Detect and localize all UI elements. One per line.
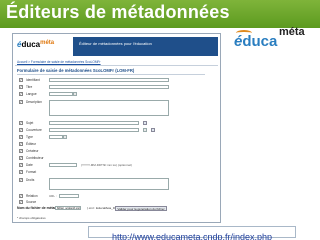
date-input[interactable] [49,163,77,167]
form-row-droits: Droits [19,177,209,192]
app-header: éducaméta Éditeur de métadonnées pour l'… [13,34,220,58]
slide-title: Éditeurs de métadonnées [6,2,230,22]
row-label: Contributeur [26,156,44,160]
form-row-titre: Titre [19,84,209,90]
form-title: Formulaire de saisie de métadonnées ScoL… [17,68,135,73]
row-label: Type [26,135,33,139]
app-screenshot: éducaméta Éditeur de métadonnées pour l'… [12,33,221,223]
row-label: Créateur [26,149,39,153]
sujet-input[interactable] [49,121,139,125]
educameta-logo: éduca méta [234,26,305,50]
url-caption: http://www.educameta.cndp.fr/index.php [88,226,296,240]
form-row-editeur: Éditeur [19,141,209,147]
chevron-down-icon[interactable] [73,92,77,96]
row-checkbox[interactable] [19,120,23,125]
form-row-couverture: Couverture [19,127,209,133]
row-label: Sujet [26,121,34,125]
relation-input[interactable] [59,194,79,198]
couverture-input[interactable] [49,128,139,132]
droits-textarea[interactable] [49,178,169,190]
slide-title-bar: Éditeurs de métadonnées [0,0,320,28]
titre-input[interactable] [49,85,169,89]
row-checkbox[interactable] [19,155,23,160]
form-row-createur: Créateur [19,148,209,154]
row-label: Couverture [26,128,42,132]
row-checkbox[interactable] [19,91,23,96]
required-fields-note: * champs obligatoires [17,216,46,220]
row-checkbox[interactable] [19,141,23,146]
form-row-identifiant: Identifiant [19,77,209,83]
row-checkbox[interactable] [19,199,23,204]
row-label: Éditeur [26,142,37,146]
form-row-sujet: Sujet [19,120,209,126]
chevron-down-icon[interactable] [143,128,147,132]
row-label: Date [26,163,33,167]
header-divider [15,65,218,66]
type-select[interactable] [49,135,63,139]
row-checkbox[interactable] [19,127,23,132]
identifiant-input[interactable] [49,78,169,82]
row-label: Identifiant [26,78,40,82]
form-row-date: Date (YYYY-MM-DDThh:mm:ss) (optionnel) [19,162,209,168]
form-title-rule [17,74,205,75]
row-checkbox[interactable] [19,169,23,174]
row-checkbox[interactable] [19,99,23,104]
row-label: Description [26,100,42,104]
form-row-format: Format [19,169,209,175]
row-label: Titre [26,85,33,89]
row-label: Source [26,200,37,204]
row-checkbox[interactable] [19,77,23,82]
row-checkbox[interactable] [19,162,23,167]
row-checkbox[interactable] [19,148,23,153]
form-row-type: Type [19,134,209,140]
file-name-row: Nom du fichier de métadonnées : fichier_… [17,205,217,212]
date-hint: (YYYY-MM-DDThh:mm:ss) (optionnel) [81,163,132,167]
form-row-description: Description [19,99,209,118]
row-checkbox[interactable] [19,193,23,198]
langue-select[interactable] [49,92,73,96]
relation-url-label: URL : [49,194,57,198]
app-logo[interactable]: éducaméta [17,40,54,49]
form-row-contributeur: Contributeur [19,155,209,161]
row-checkbox[interactable] [19,134,23,139]
form-row-source: Source [19,199,209,205]
add-couverture-icon[interactable] [151,128,155,132]
row-label: Droits [26,178,35,182]
breadcrumb[interactable]: Accueil > Formulaire de saisie de métado… [17,60,101,64]
description-textarea[interactable] [49,100,169,116]
form-row-relation: Relation URL : [19,193,209,199]
app-banner: Éditeur de métadonnées pour l'éducation [73,37,218,56]
educameta-url-link[interactable]: http://www.educameta.cndp.fr/index.php [112,232,272,240]
row-checkbox[interactable] [19,177,23,182]
chevron-down-icon[interactable] [63,135,67,139]
row-label: Relation [26,194,38,198]
row-checkbox[interactable] [19,84,23,89]
form-row-langue: Langue [19,91,209,97]
row-label: Langue [26,92,37,96]
add-sujet-icon[interactable] [143,121,147,125]
row-label: Format [26,170,37,174]
generate-file-button[interactable]: Valider pour la génération du fichier [115,205,167,211]
file-name-input[interactable]: fichier_scolomfr.xml [55,206,81,210]
